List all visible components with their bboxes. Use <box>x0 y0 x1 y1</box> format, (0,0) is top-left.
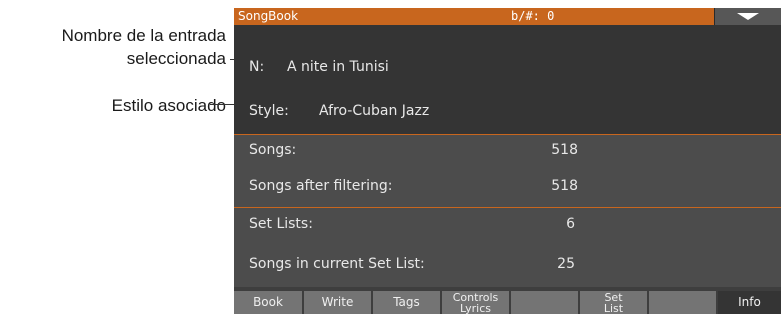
tab-bar: Book Write Tags Controls Lyrics Set List… <box>234 291 781 314</box>
tab-tags-label: Tags <box>393 295 420 309</box>
page-menu-button[interactable] <box>714 8 781 25</box>
entry-panel: N: A nite in Tunisi Style: Afro-Cuban Ja… <box>234 25 781 134</box>
key-signature: b/#: 0 <box>511 9 555 23</box>
tab-set-list[interactable]: Set List <box>580 291 647 314</box>
tab-write[interactable]: Write <box>304 291 371 314</box>
songs-after-filtering-label: Songs after filtering: <box>249 178 393 194</box>
app-name: SongBook <box>238 9 299 23</box>
songs-after-filtering-value: 518 <box>551 178 578 194</box>
entry-style-value: Afro-Cuban Jazz <box>319 103 430 119</box>
callout-style-text: Estilo asociado <box>111 96 226 115</box>
tab-info[interactable]: Info <box>718 291 781 314</box>
songs-count-panel: Songs: 518 Songs after filtering: 518 <box>234 135 781 207</box>
tab-write-label: Write <box>321 295 354 309</box>
tab-empty-2 <box>649 291 716 314</box>
triangle-down-icon <box>737 13 759 20</box>
songs-in-current-set-list-label: Songs in current Set List: <box>249 256 425 272</box>
tab-set-list-line2: List <box>603 302 624 314</box>
tab-controls-lyrics-line2: Lyrics <box>460 302 491 314</box>
callout-style: Estilo asociado <box>112 94 226 117</box>
songs-value: 518 <box>551 142 578 158</box>
tab-empty-1 <box>511 291 578 314</box>
songs-label: Songs: <box>249 142 297 158</box>
tab-controls-lyrics[interactable]: Controls Lyrics <box>442 291 509 314</box>
songs-in-current-set-list-value: 25 <box>557 256 575 272</box>
set-lists-value: 6 <box>566 216 575 232</box>
songbook-screen: SongBook b/#: 0 N: A nite in Tunisi Styl… <box>234 8 781 314</box>
tab-book-label: Book <box>253 295 283 309</box>
entry-style-label: Style: <box>249 103 289 119</box>
entry-name-label: N: <box>249 59 265 75</box>
tab-tags[interactable]: Tags <box>373 291 440 314</box>
entry-name-value: A nite in Tunisi <box>287 59 389 75</box>
callout-entry-name-line2: seleccionada <box>126 49 226 68</box>
setlist-count-panel: Set Lists: 6 Songs in current Set List: … <box>234 208 781 287</box>
set-lists-label: Set Lists: <box>249 216 313 232</box>
title-bar: SongBook b/#: 0 <box>234 8 781 25</box>
callout-entry-name-line1: Nombre de la entrada <box>61 26 226 45</box>
callout-entry-name: Nombre de la entrada seleccionada <box>62 24 226 70</box>
tab-info-label: Info <box>738 295 761 309</box>
tab-book[interactable]: Book <box>234 291 302 314</box>
